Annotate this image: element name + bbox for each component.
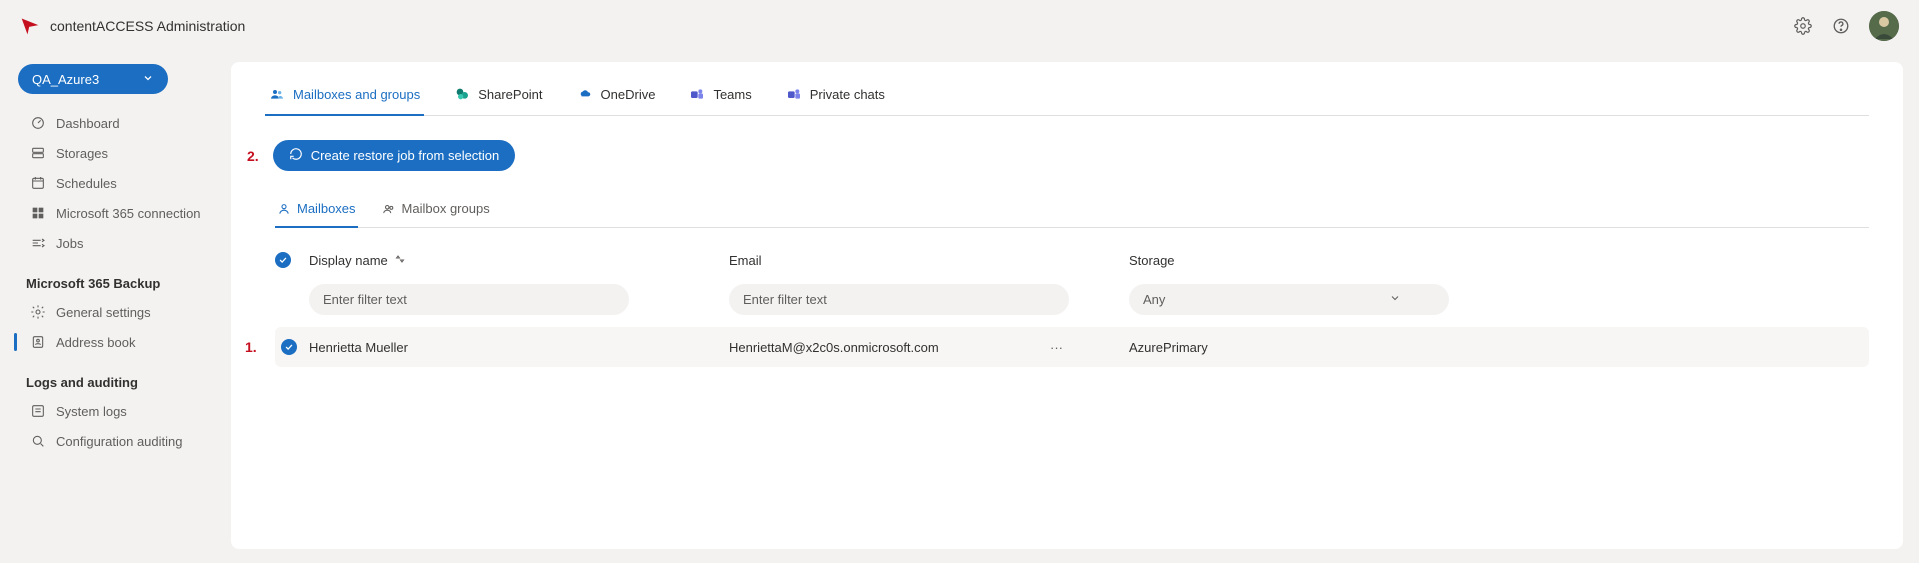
help-icon[interactable] <box>1831 16 1851 36</box>
tab-label: SharePoint <box>478 87 542 102</box>
header-display-name[interactable]: Display name <box>309 253 729 268</box>
sidebar-item-dashboard[interactable]: Dashboard <box>8 108 225 138</box>
nav-label: Address book <box>56 335 136 350</box>
sidebar-section-logs: Logs and auditing <box>8 357 225 396</box>
sidebar-item-jobs[interactable]: Jobs <box>8 228 225 258</box>
tab-teams[interactable]: Teams <box>685 78 755 116</box>
table-row[interactable]: 1. Henrietta Mueller HenriettaM@x2c0s.on… <box>275 327 1869 367</box>
sidebar-item-storages[interactable]: Storages <box>8 138 225 168</box>
subtab-mailbox-groups[interactable]: Mailbox groups <box>380 195 492 228</box>
brand-area: contentACCESS Administration <box>20 16 245 36</box>
nav-label: Schedules <box>56 176 117 191</box>
chevron-down-icon <box>1389 292 1401 307</box>
tenant-selector[interactable]: QA_Azure3 <box>18 64 168 94</box>
magnifier-icon <box>30 433 46 449</box>
row-checkbox[interactable] <box>281 339 297 355</box>
tab-private-chats[interactable]: Private chats <box>782 78 889 116</box>
header-label: Display name <box>309 253 388 268</box>
person-icon <box>277 202 291 216</box>
row-more-icon[interactable]: ··· <box>1050 340 1079 355</box>
tenant-name: QA_Azure3 <box>32 72 99 87</box>
annotation-one: 1. <box>245 339 257 355</box>
table-header-row: Display name Email Storage <box>275 244 1869 278</box>
data-table: Display name Email Storage <box>275 244 1869 367</box>
teams-icon <box>689 86 705 102</box>
chevron-down-icon <box>142 72 154 87</box>
cell-storage: AzurePrimary <box>1129 340 1208 355</box>
header-actions <box>1793 11 1899 41</box>
settings-gear-icon[interactable] <box>1793 16 1813 36</box>
tab-onedrive[interactable]: OneDrive <box>573 78 660 116</box>
grid-icon <box>30 205 46 221</box>
cell-display-name: Henrietta Mueller <box>309 340 408 355</box>
page-title: contentACCESS Administration <box>50 18 245 34</box>
sidebar-item-m365-connection[interactable]: Microsoft 365 connection <box>8 198 225 228</box>
sidebar-item-address-book[interactable]: Address book <box>8 327 225 357</box>
action-row: 2. Create restore job from selection <box>247 140 1869 171</box>
cell-email: HenriettaM@x2c0s.onmicrosoft.com <box>729 340 939 355</box>
sidebar-item-system-logs[interactable]: System logs <box>8 396 225 426</box>
logs-icon <box>30 403 46 419</box>
gear-icon <box>30 304 46 320</box>
create-restore-button[interactable]: Create restore job from selection <box>273 140 516 171</box>
sidebar: QA_Azure3 Dashboard Storages Schedules M… <box>0 52 225 563</box>
tab-mailboxes-groups[interactable]: Mailboxes and groups <box>265 78 424 116</box>
nav-label: Jobs <box>56 236 83 251</box>
sidebar-item-general-settings[interactable]: General settings <box>8 297 225 327</box>
refresh-icon <box>289 147 303 164</box>
top-tabs: Mailboxes and groups SharePoint OneDrive… <box>265 78 1869 116</box>
tab-label: Mailboxes and groups <box>293 87 420 102</box>
top-header: contentACCESS Administration <box>0 0 1919 52</box>
subtab-mailboxes[interactable]: Mailboxes <box>275 195 358 228</box>
tab-label: Private chats <box>810 87 885 102</box>
header-label: Email <box>729 253 762 268</box>
nav-label: System logs <box>56 404 127 419</box>
filter-display-name-input[interactable] <box>309 284 629 315</box>
select-all-checkbox[interactable] <box>275 252 291 268</box>
jobs-icon <box>30 235 46 251</box>
header-label: Storage <box>1129 253 1175 268</box>
sidebar-item-config-auditing[interactable]: Configuration auditing <box>8 426 225 456</box>
nav-label: General settings <box>56 305 151 320</box>
nav-label: Storages <box>56 146 108 161</box>
button-label: Create restore job from selection <box>311 148 500 163</box>
sub-tabs: Mailboxes Mailbox groups <box>275 195 1869 228</box>
calendar-icon <box>30 175 46 191</box>
sharepoint-icon <box>454 86 470 102</box>
database-icon <box>30 145 46 161</box>
sidebar-section-backup: Microsoft 365 Backup <box>8 258 225 297</box>
people-group-icon <box>382 202 396 216</box>
annotation-two: 2. <box>247 148 259 164</box>
brand-logo-icon <box>20 16 40 36</box>
people-icon <box>269 86 285 102</box>
subtab-label: Mailbox groups <box>402 201 490 216</box>
nav-label: Microsoft 365 connection <box>56 206 201 221</box>
table-filter-row: Any <box>275 278 1869 327</box>
header-storage[interactable]: Storage <box>1129 253 1869 268</box>
tab-label: OneDrive <box>601 87 656 102</box>
sort-icon <box>394 253 406 268</box>
header-email[interactable]: Email <box>729 253 1129 268</box>
user-avatar[interactable] <box>1869 11 1899 41</box>
sidebar-item-schedules[interactable]: Schedules <box>8 168 225 198</box>
onedrive-icon <box>577 86 593 102</box>
address-book-icon <box>30 334 46 350</box>
filter-storage-select[interactable]: Any <box>1129 284 1449 315</box>
subtab-label: Mailboxes <box>297 201 356 216</box>
teams-chat-icon <box>786 86 802 102</box>
main-panel: Mailboxes and groups SharePoint OneDrive… <box>231 62 1903 549</box>
nav-label: Dashboard <box>56 116 120 131</box>
filter-email-input[interactable] <box>729 284 1069 315</box>
gauge-icon <box>30 115 46 131</box>
nav-label: Configuration auditing <box>56 434 182 449</box>
storage-selected-value: Any <box>1143 292 1165 307</box>
tab-sharepoint[interactable]: SharePoint <box>450 78 546 116</box>
tab-label: Teams <box>713 87 751 102</box>
